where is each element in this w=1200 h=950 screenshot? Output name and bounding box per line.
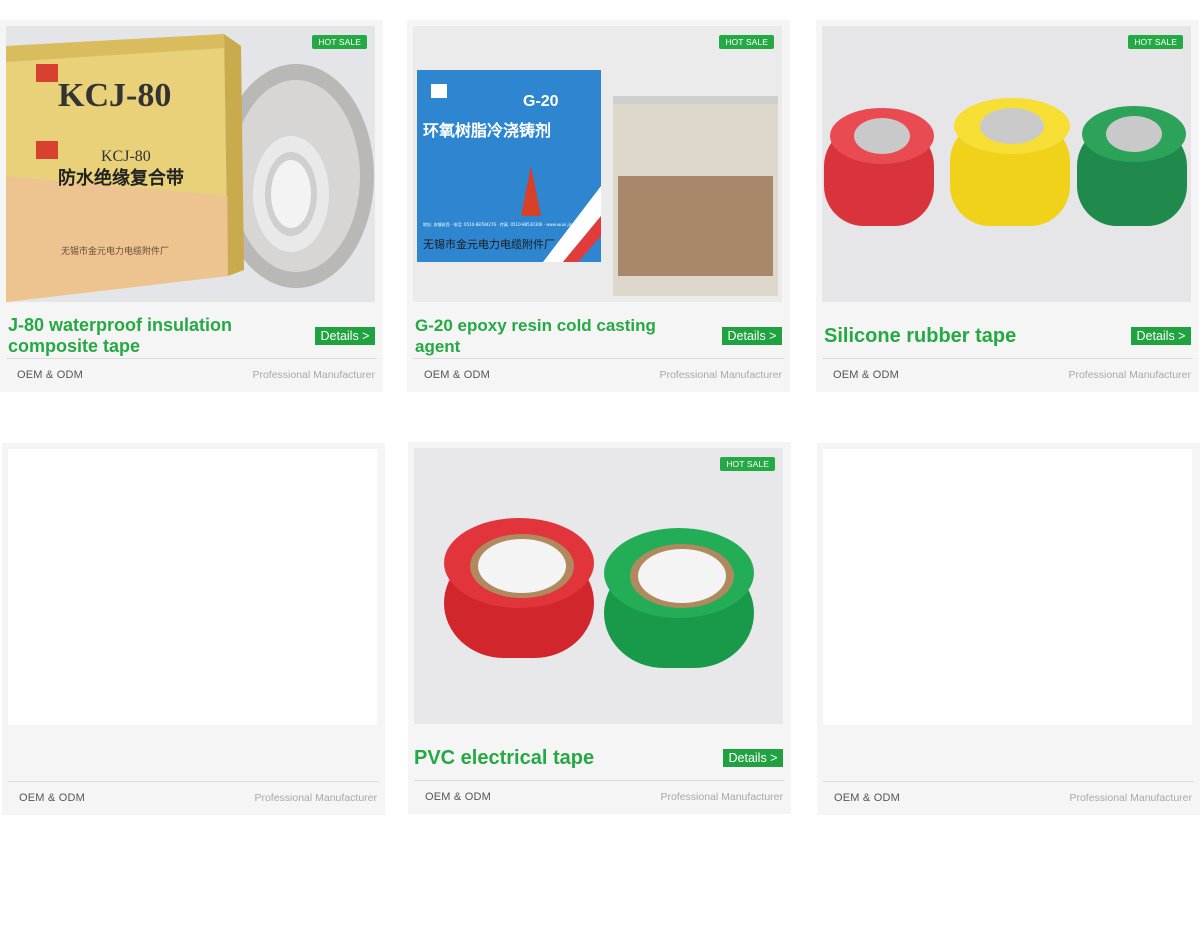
svg-text:无锡市金元电力电缆附件厂: 无锡市金元电力电缆附件厂 xyxy=(61,245,169,257)
product-title-g20[interactable]: G-20 epoxy resin cold casting agent xyxy=(415,310,685,362)
professional-manufacturer-label: Professional Manufacturer xyxy=(1068,369,1191,381)
professional-manufacturer-label: Professional Manufacturer xyxy=(252,369,375,381)
product-card-empty-2: OEM & ODM Professional Manufacturer xyxy=(817,443,1200,815)
empty-image-placeholder xyxy=(823,449,1192,725)
oem-odm-label: OEM & ODM xyxy=(834,792,900,804)
card-divider xyxy=(6,358,377,359)
details-button-j80[interactable]: Details > xyxy=(315,327,375,345)
oem-odm-label: OEM & ODM xyxy=(19,792,85,804)
oem-odm-label: OEM & ODM xyxy=(17,369,83,381)
details-button-g20[interactable]: Details > xyxy=(722,327,782,345)
svg-text:防水绝缘复合带: 防水绝缘复合带 xyxy=(58,167,184,189)
details-button-pvc[interactable]: Details > xyxy=(723,749,783,767)
product-image-j80[interactable]: KCJ-80 KCJ-80 防水绝缘复合带 无锡市金元电力电缆附件厂 HOT S… xyxy=(6,26,375,302)
card-divider xyxy=(413,358,784,359)
oem-odm-label: OEM & ODM xyxy=(425,791,491,803)
card-divider xyxy=(823,781,1194,782)
product-card-silicone[interactable]: HOT SALE Silicone rubber tape Details > … xyxy=(816,20,1199,392)
pvc-tapes-photo xyxy=(414,448,783,724)
svg-text:G-20: G-20 xyxy=(523,93,559,110)
hot-sale-badge: HOT SALE xyxy=(1128,35,1183,49)
product-card-j80[interactable]: KCJ-80 KCJ-80 防水绝缘复合带 无锡市金元电力电缆附件厂 HOT S… xyxy=(0,20,383,392)
oem-odm-label: OEM & ODM xyxy=(424,369,490,381)
hot-sale-badge: HOT SALE xyxy=(719,35,774,49)
card-divider xyxy=(822,358,1193,359)
product-title-silicone[interactable]: Silicone rubber tape xyxy=(824,310,1094,362)
product-card-pvc[interactable]: HOT SALE PVC electrical tape Details > O… xyxy=(408,442,791,814)
hot-sale-badge: HOT SALE xyxy=(312,35,367,49)
product-image-silicone[interactable]: HOT SALE xyxy=(822,26,1191,302)
card-divider xyxy=(414,780,785,781)
epoxy-kit-photo: G-20 环氧树脂冷浇铸剂 地址: 安镇安西 · 电话: 0510-887842… xyxy=(413,26,782,302)
product-title-pvc[interactable]: PVC electrical tape xyxy=(414,732,684,784)
product-card-g20[interactable]: G-20 环氧树脂冷浇铸剂 地址: 安镇安西 · 电话: 0510-887842… xyxy=(407,20,790,392)
svg-text:KCJ-80: KCJ-80 xyxy=(58,77,171,114)
empty-image-placeholder xyxy=(8,449,377,725)
tape-box-photo: KCJ-80 KCJ-80 防水绝缘复合带 无锡市金元电力电缆附件厂 xyxy=(6,26,375,302)
svg-text:地址: 安镇安西 · 电话: 0510-88784276 ·: 地址: 安镇安西 · 电话: 0510-88784276 · 传真: 0510-… xyxy=(423,221,589,227)
product-image-pvc[interactable]: HOT SALE xyxy=(414,448,783,724)
card-divider xyxy=(8,781,379,782)
professional-manufacturer-label: Professional Manufacturer xyxy=(659,369,782,381)
details-button-silicone[interactable]: Details > xyxy=(1131,327,1191,345)
professional-manufacturer-label: Professional Manufacturer xyxy=(1069,792,1192,804)
product-title-j80[interactable]: J-80 waterproof insulation composite tap… xyxy=(8,310,278,362)
professional-manufacturer-label: Professional Manufacturer xyxy=(254,792,377,804)
hot-sale-badge: HOT SALE xyxy=(720,457,775,471)
product-image-g20[interactable]: G-20 环氧树脂冷浇铸剂 地址: 安镇安西 · 电话: 0510-887842… xyxy=(413,26,782,302)
svg-text:KCJ-80: KCJ-80 xyxy=(101,148,151,165)
professional-manufacturer-label: Professional Manufacturer xyxy=(660,791,783,803)
oem-odm-label: OEM & ODM xyxy=(833,369,899,381)
product-card-empty-1: OEM & ODM Professional Manufacturer xyxy=(2,443,385,815)
svg-text:环氧树脂冷浇铸剂: 环氧树脂冷浇铸剂 xyxy=(423,121,551,140)
svg-text:无锡市金元电力电缆附件厂: 无锡市金元电力电缆附件厂 xyxy=(423,237,555,251)
silicone-tapes-photo xyxy=(822,26,1191,302)
